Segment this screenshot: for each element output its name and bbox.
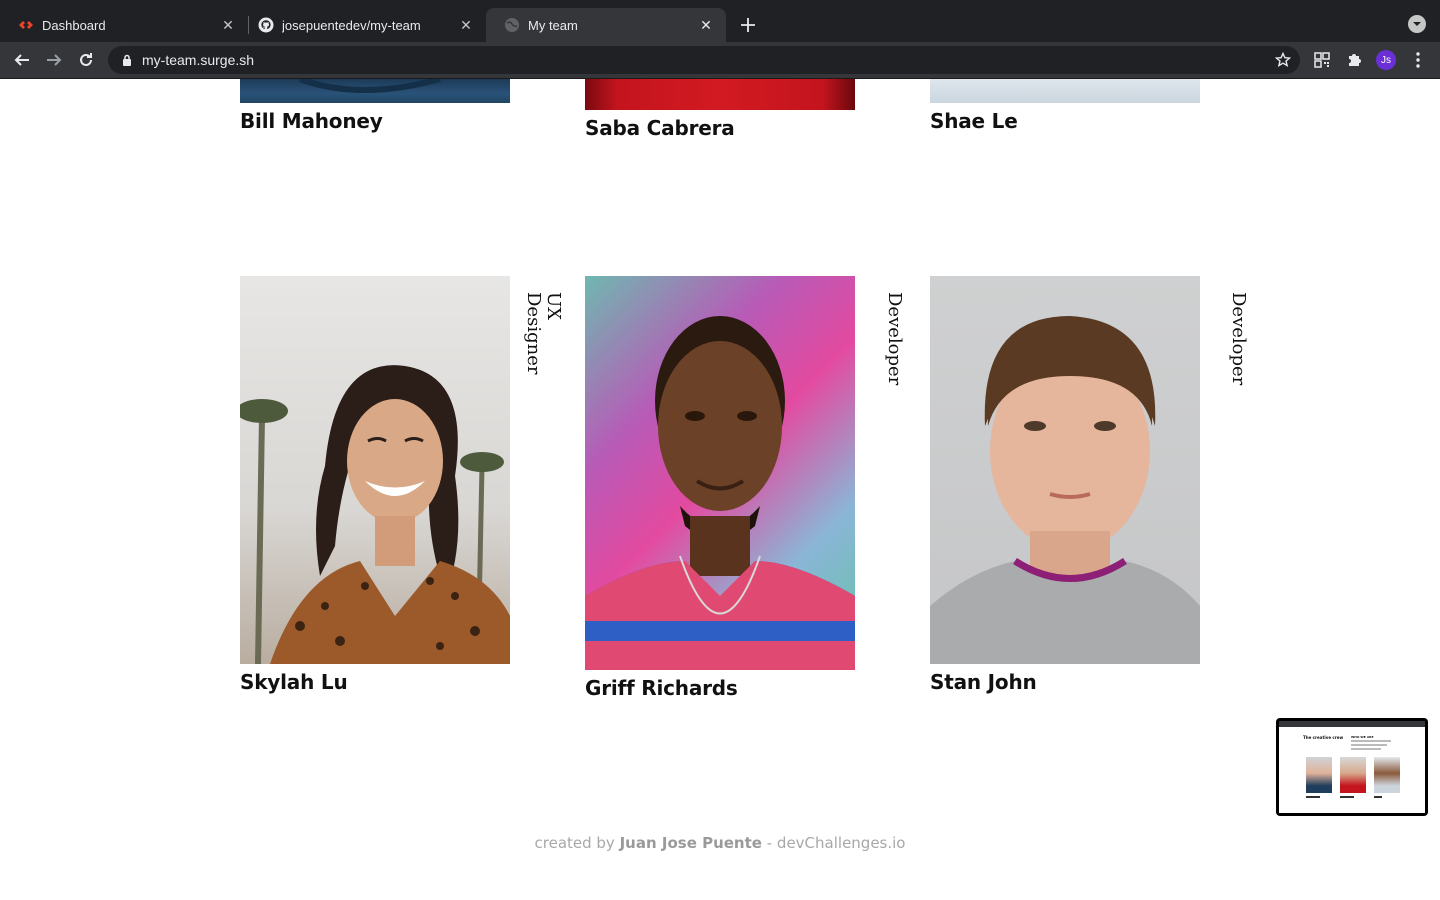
member-photo-skylah-lu — [240, 276, 510, 664]
member-photo-saba-cabrera — [585, 79, 855, 110]
member-name: Saba Cabrera — [585, 116, 735, 140]
member-photo-shae-le — [930, 79, 1200, 103]
tab-my-team[interactable]: My team ✕ — [486, 8, 726, 42]
reload-button[interactable] — [75, 49, 97, 71]
footer-author: Juan Jose Puente — [619, 834, 762, 852]
browser-tab-bar: Dashboard ✕ josepuentedev/my-team ✕ My t… — [0, 0, 1440, 42]
member-name: Skylah Lu — [240, 670, 348, 694]
pip-subtitle: WHO WE ARE — [1351, 735, 1374, 739]
close-icon[interactable]: ✕ — [458, 17, 474, 33]
close-icon[interactable]: ✕ — [220, 17, 236, 33]
profile-avatar[interactable]: Js — [1376, 50, 1396, 70]
browser-toolbar: my-team.surge.sh Js — [0, 42, 1440, 78]
bookmark-star-icon[interactable] — [1274, 51, 1292, 69]
qr-code-icon[interactable] — [1312, 50, 1332, 70]
pip-photo — [1306, 757, 1332, 793]
member-role: UX Designer — [523, 292, 564, 375]
lock-icon — [120, 53, 134, 67]
address-bar[interactable]: my-team.surge.sh — [108, 46, 1300, 74]
picture-in-picture-preview[interactable]: The creative crew WHO WE ARE — [1276, 718, 1428, 816]
pip-name-line — [1374, 796, 1382, 798]
member-role: Developer — [1228, 292, 1249, 386]
member-name: Stan John — [930, 670, 1037, 694]
footer-prefix: created by — [534, 834, 615, 852]
tab-title: josepuentedev/my-team — [282, 17, 421, 33]
member-role: Developer — [884, 292, 905, 386]
back-button[interactable] — [11, 49, 33, 71]
pip-content: The creative crew WHO WE ARE — [1279, 721, 1425, 813]
pip-name-line — [1306, 796, 1320, 798]
tab-dashboard[interactable]: Dashboard ✕ — [0, 8, 248, 42]
forward-button[interactable] — [43, 49, 65, 71]
member-name: Bill Mahoney — [240, 109, 383, 133]
pip-title: The creative crew — [1303, 735, 1344, 740]
tab-title: My team — [528, 17, 578, 33]
tab-github[interactable]: josepuentedev/my-team ✕ — [240, 8, 486, 42]
extensions-puzzle-icon[interactable] — [1344, 50, 1364, 70]
member-name: Shae Le — [930, 109, 1018, 133]
pip-photo — [1374, 757, 1400, 793]
member-photo-griff-richards — [585, 276, 855, 670]
more-menu-icon[interactable] — [1408, 50, 1428, 70]
pip-text-line — [1351, 740, 1391, 742]
github-icon — [258, 17, 274, 33]
new-tab-button[interactable] — [737, 14, 759, 36]
reload-icon — [80, 53, 92, 66]
footer-suffix: - devChallenges.io — [766, 834, 906, 852]
pip-browser-bar — [1279, 721, 1425, 727]
chevron-down-icon — [1413, 22, 1421, 26]
member-name: Griff Richards — [585, 676, 738, 700]
pip-text-line — [1351, 748, 1381, 750]
surge-icon — [18, 17, 34, 33]
pip-text-line — [1351, 744, 1387, 746]
arrow-right-icon — [47, 54, 62, 66]
arrow-left-icon — [14, 54, 29, 66]
tab-title: Dashboard — [42, 17, 106, 33]
member-photo-stan-john — [930, 276, 1200, 664]
globe-icon — [504, 17, 520, 33]
tab-search-button[interactable] — [1408, 15, 1426, 33]
url-text: my-team.surge.sh — [142, 52, 255, 68]
pip-photo — [1340, 757, 1366, 793]
close-icon[interactable]: ✕ — [698, 17, 714, 33]
plus-icon — [741, 18, 755, 32]
member-photo-bill-mahoney — [240, 79, 510, 103]
pip-name-line — [1340, 796, 1354, 798]
page-footer: created by Juan Jose Puente - devChallen… — [0, 834, 1440, 852]
